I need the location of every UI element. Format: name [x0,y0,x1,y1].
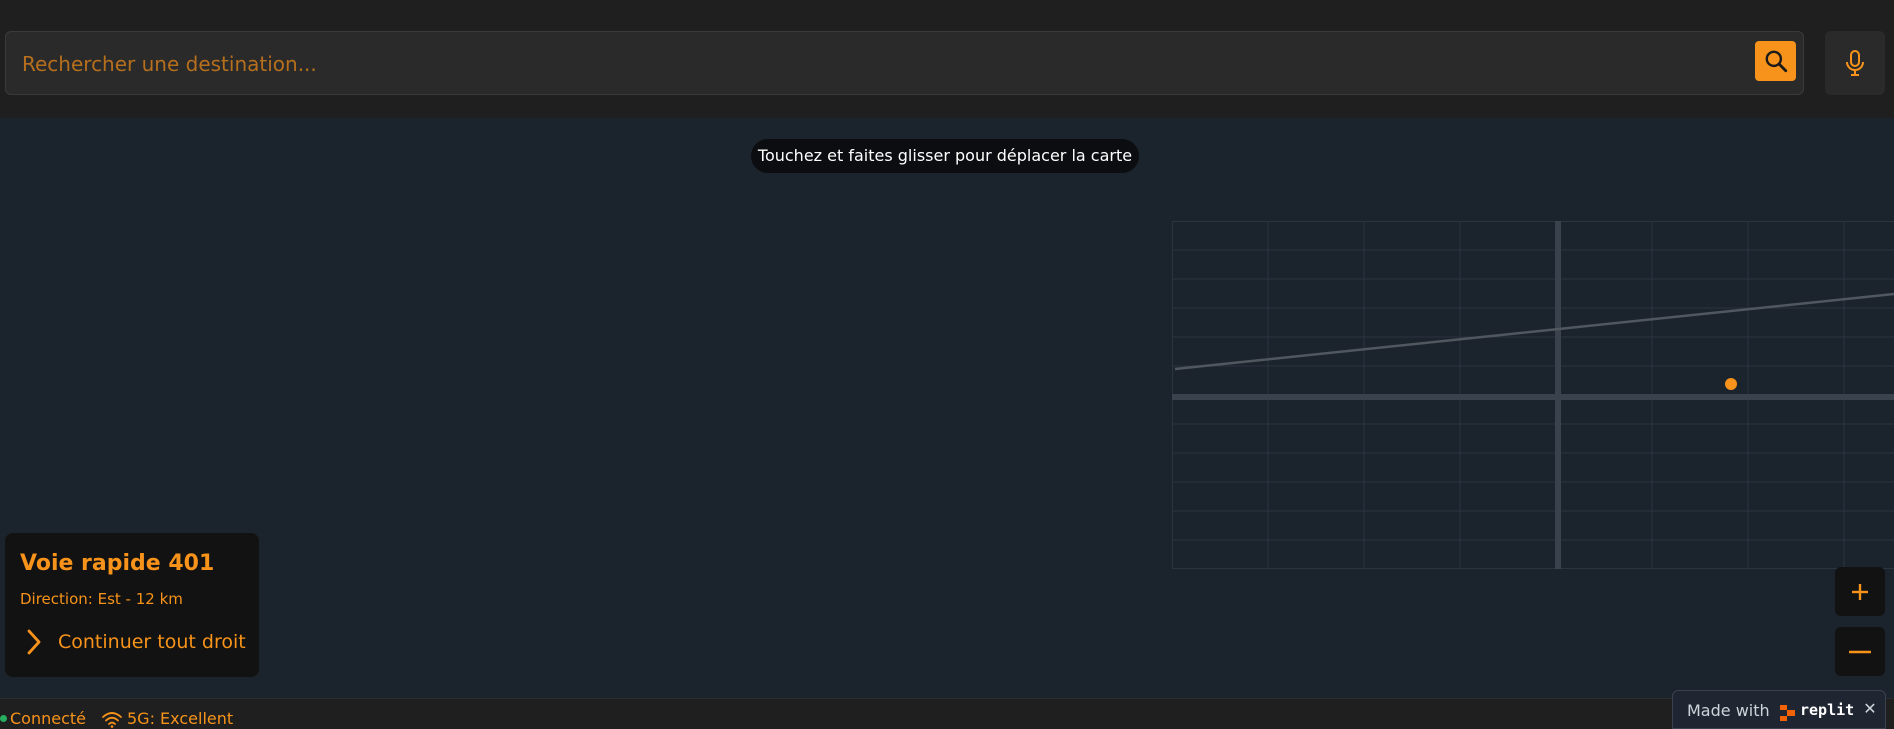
close-badge-icon[interactable]: ✕ [1861,699,1879,719]
location-dot-icon [1725,378,1737,390]
connection-status: Connecté [10,709,86,728]
route-line [1174,292,1894,371]
search-bar [5,31,1804,96]
chevron-right-icon [27,629,41,655]
zoom-out-button[interactable] [1835,627,1885,676]
replit-logo-icon [1780,705,1795,721]
network-status: 5G: Excellent [127,709,234,728]
made-with-label: Made with [1687,701,1770,720]
wifi-icon [102,712,122,728]
minus-icon [1849,650,1871,653]
turn-instruction: Continuer tout droit [20,627,246,657]
map-hint: Touchez et faites glisser pour déplacer … [751,139,1139,173]
status-bar: Connecté 5G: Excellent [0,698,1894,729]
connection-status-dot [0,715,7,722]
road-name: Voie rapide 401 [20,551,215,576]
navigation-card: Voie rapide 401 Direction: Est - 12 km C… [5,533,259,677]
route-direction: Direction: Est - 12 km [20,590,183,608]
voice-search-button[interactable] [1825,31,1885,95]
made-with-badge[interactable]: Made with replit ✕ [1672,690,1886,729]
top-bar [0,0,1894,118]
microphone-icon [1846,50,1864,76]
search-icon [1765,50,1787,73]
search-button[interactable] [1755,41,1796,81]
search-input[interactable] [20,32,1724,96]
zoom-in-button[interactable] [1835,567,1885,616]
plus-icon [1852,583,1868,600]
instruction-label: Continuer tout droit [58,631,246,653]
replit-brand: replit [1800,701,1855,719]
map-grid[interactable] [1172,221,1894,569]
